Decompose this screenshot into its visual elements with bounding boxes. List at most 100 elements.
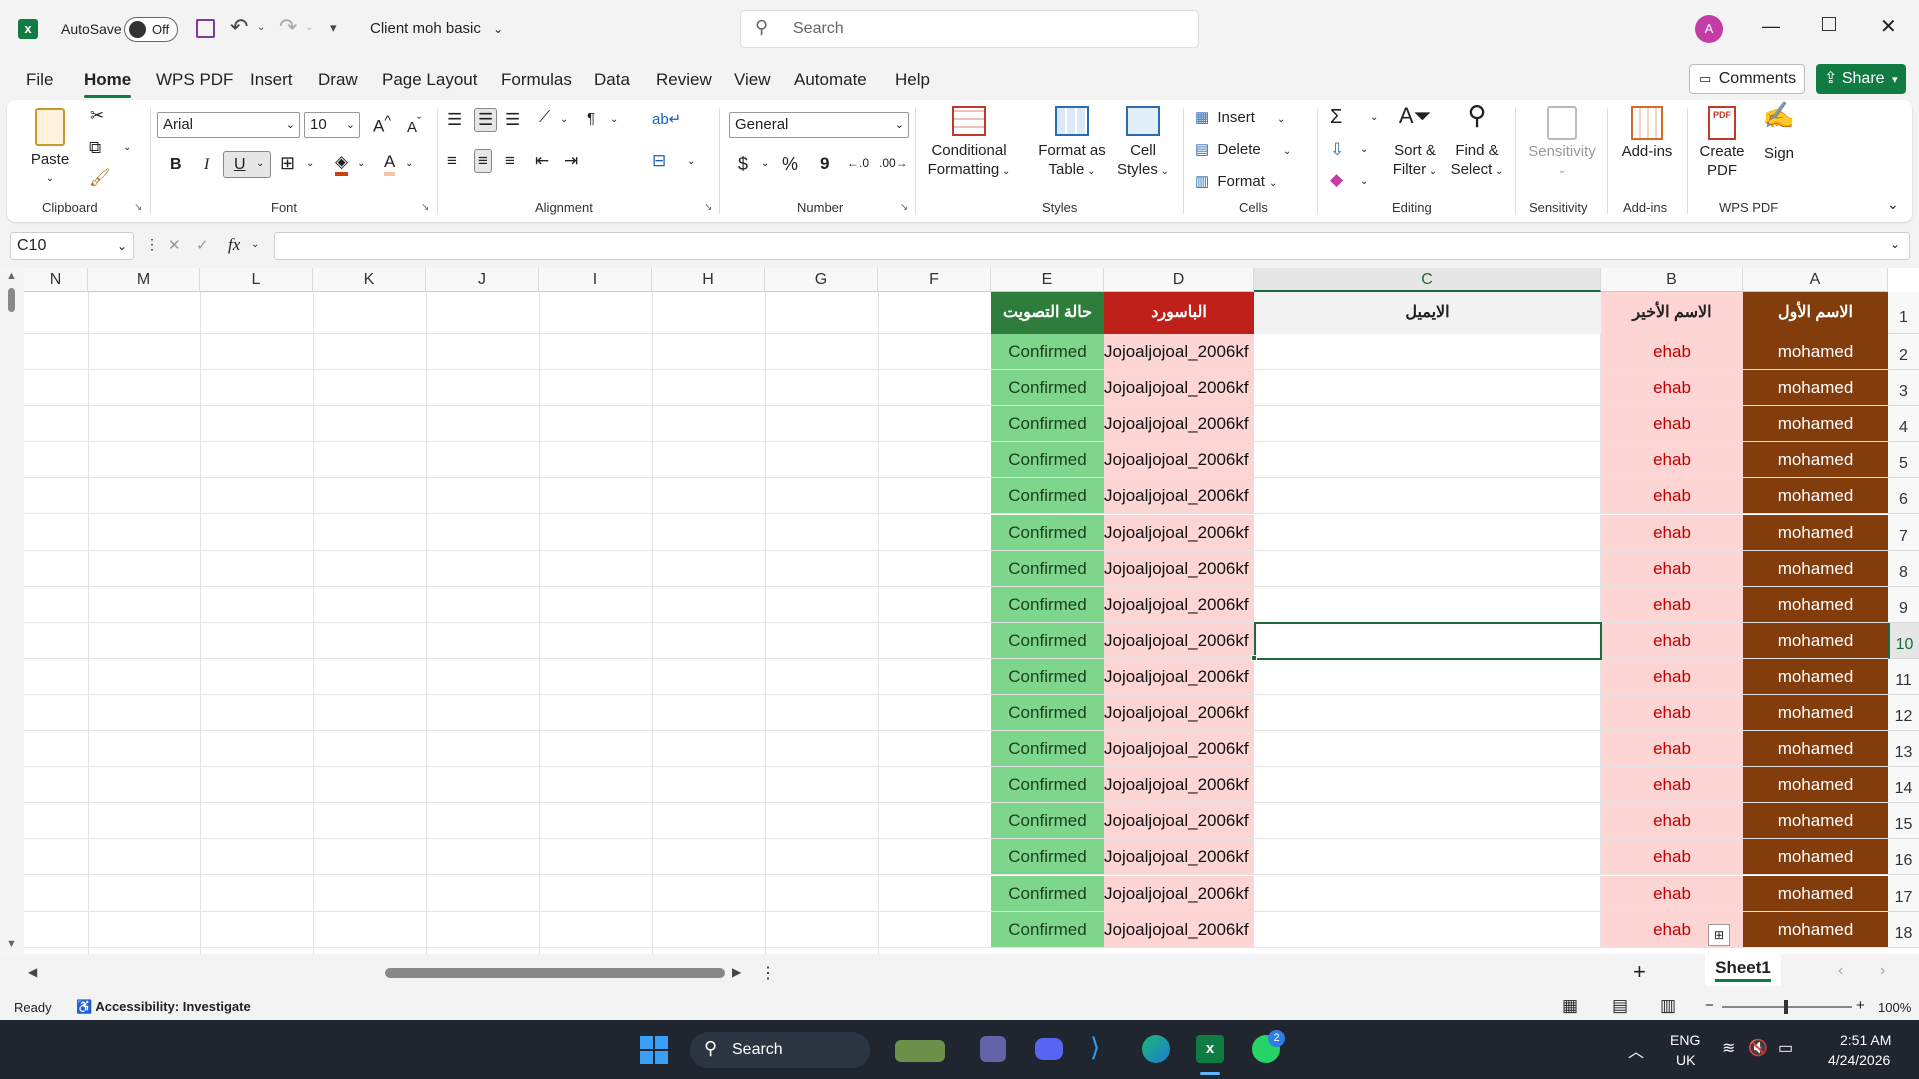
header-cell-d[interactable]: الباسورد: [1104, 292, 1254, 334]
page-layout-view-icon[interactable]: ▤: [1612, 996, 1628, 1016]
text-direction-dropdown-icon[interactable]: ⌄: [610, 114, 618, 125]
expand-formula-icon[interactable]: ⌄: [1890, 237, 1900, 251]
cell-d6[interactable]: Jojoaljojoal_2006kf: [1104, 478, 1254, 515]
cancel-icon[interactable]: ✕: [168, 236, 181, 254]
insert-cells-button[interactable]: ▦ Insert ⌄: [1195, 108, 1285, 126]
language-region[interactable]: UK: [1676, 1052, 1695, 1068]
header-cell-e[interactable]: حالة التصويت: [991, 292, 1104, 334]
cut-icon[interactable]: ✂: [90, 106, 104, 126]
cell-c10[interactable]: [1254, 622, 1601, 659]
number-format-select[interactable]: General ⌄: [729, 112, 909, 138]
wrap-text-icon[interactable]: ab↵: [652, 110, 681, 128]
close-icon[interactable]: ✕: [1880, 14, 1897, 39]
cell-c12[interactable]: [1254, 695, 1601, 731]
cell-a5[interactable]: mohamed: [1743, 442, 1888, 479]
column-header-k[interactable]: K: [313, 268, 426, 292]
redo-dropdown-icon[interactable]: ⌄: [305, 22, 313, 33]
accessibility-status[interactable]: ♿ Accessibility: Investigate: [76, 999, 251, 1015]
column-header-n[interactable]: N: [24, 268, 88, 292]
vertical-scrollbar[interactable]: ▲ ▼: [0, 268, 24, 954]
cell-d14[interactable]: Jojoaljojoal_2006kf: [1104, 767, 1254, 804]
cell-a12[interactable]: mohamed: [1743, 695, 1888, 731]
language-code[interactable]: ENG: [1670, 1032, 1700, 1048]
search-box[interactable]: ⚲ Search: [740, 10, 1199, 48]
align-center-icon[interactable]: ≡: [474, 149, 492, 173]
widgets-icon[interactable]: [895, 1040, 945, 1062]
column-header-e[interactable]: E: [991, 268, 1104, 292]
cell-b10[interactable]: ehab: [1601, 622, 1743, 659]
column-header-m[interactable]: M: [88, 268, 200, 292]
row-header-15[interactable]: 15: [1888, 803, 1919, 840]
cell-d16[interactable]: Jojoaljojoal_2006kf: [1104, 839, 1254, 876]
font-color-dropdown-icon[interactable]: ⌄: [405, 158, 413, 169]
cell-b16[interactable]: ehab: [1601, 839, 1743, 876]
column-header-h[interactable]: H: [652, 268, 765, 292]
page-break-view-icon[interactable]: ▥: [1660, 996, 1676, 1016]
menu-draw[interactable]: Draw: [318, 70, 358, 90]
scroll-right-icon[interactable]: ▶: [732, 965, 741, 979]
row-header-12[interactable]: 12: [1888, 695, 1919, 731]
more-options-icon[interactable]: ⋮: [760, 963, 776, 983]
redo-icon[interactable]: ↷: [279, 14, 297, 40]
cell-a4[interactable]: mohamed: [1743, 406, 1888, 443]
sheet-tab-sheet1[interactable]: Sheet1: [1705, 954, 1781, 986]
cell-c2[interactable]: [1254, 334, 1601, 370]
borders-icon[interactable]: ⊞: [280, 153, 295, 174]
cell-e10[interactable]: Confirmed: [991, 622, 1104, 659]
cell-c6[interactable]: [1254, 478, 1601, 515]
increase-font-icon[interactable]: A^: [373, 113, 391, 137]
cell-c8[interactable]: [1254, 550, 1601, 587]
text-direction-icon[interactable]: ¶: [587, 110, 595, 127]
menu-wps-pdf[interactable]: WPS PDF: [156, 70, 233, 90]
discord-icon[interactable]: [1035, 1038, 1063, 1060]
cell-c14[interactable]: [1254, 767, 1601, 804]
cell-a8[interactable]: mohamed: [1743, 550, 1888, 587]
zoom-out-icon[interactable]: −: [1705, 997, 1714, 1014]
cell-b14[interactable]: ehab: [1601, 767, 1743, 804]
merge-dropdown-icon[interactable]: ⌄: [687, 156, 695, 167]
autosave-toggle[interactable]: Off: [124, 17, 178, 42]
cell-d11[interactable]: Jojoaljojoal_2006kf: [1104, 658, 1254, 695]
cell-e2[interactable]: Confirmed: [991, 334, 1104, 370]
cell-e5[interactable]: Confirmed: [991, 442, 1104, 479]
cell-e8[interactable]: Confirmed: [991, 550, 1104, 587]
conditional-formatting-button[interactable]: Conditional Formatting ⌄: [919, 106, 1019, 181]
clock-date[interactable]: 4/24/2026: [1828, 1052, 1890, 1068]
copy-icon[interactable]: ⧉: [89, 138, 101, 158]
dialog-launcher-icon[interactable]: ↘: [134, 202, 142, 213]
cell-e17[interactable]: Confirmed: [991, 875, 1104, 912]
comments-button[interactable]: ▭ Comments: [1689, 64, 1805, 94]
cell-a18[interactable]: mohamed: [1743, 911, 1888, 948]
cell-d12[interactable]: Jojoaljojoal_2006kf: [1104, 695, 1254, 731]
row-header-3[interactable]: 3: [1888, 370, 1919, 407]
cell-d13[interactable]: Jojoaljojoal_2006kf: [1104, 731, 1254, 768]
row-header-5[interactable]: 5: [1888, 442, 1919, 479]
row-header-2[interactable]: 2: [1888, 334, 1919, 370]
cell-c4[interactable]: [1254, 406, 1601, 443]
menu-automate[interactable]: Automate: [794, 70, 867, 90]
row-header-4[interactable]: 4: [1888, 406, 1919, 443]
normal-view-icon[interactable]: ▦: [1562, 996, 1578, 1016]
menu-page-layout[interactable]: Page Layout: [382, 70, 477, 90]
battery-icon[interactable]: ▭: [1778, 1038, 1793, 1058]
copy-dropdown-icon[interactable]: ⌄: [123, 142, 131, 153]
cell-b13[interactable]: ehab: [1601, 731, 1743, 768]
cell-b3[interactable]: ehab: [1601, 370, 1743, 407]
cell-a14[interactable]: mohamed: [1743, 767, 1888, 804]
zoom-in-icon[interactable]: +: [1856, 997, 1865, 1014]
cell-b8[interactable]: ehab: [1601, 550, 1743, 587]
more-options-icon[interactable]: ⋮: [145, 236, 159, 253]
row-header-9[interactable]: 9: [1888, 586, 1919, 623]
fill-color-dropdown-icon[interactable]: ⌄: [357, 158, 365, 169]
cell-b6[interactable]: ehab: [1601, 478, 1743, 515]
percent-button[interactable]: %: [782, 154, 798, 175]
cell-c18[interactable]: [1254, 911, 1601, 948]
column-header-g[interactable]: G: [765, 268, 878, 292]
cell-e13[interactable]: Confirmed: [991, 731, 1104, 768]
wifi-icon[interactable]: ≋: [1722, 1038, 1735, 1058]
font-color-icon[interactable]: A: [384, 152, 396, 176]
format-cells-button[interactable]: ▥ Format ⌄: [1195, 172, 1277, 190]
share-button[interactable]: ⇪ Share ▾: [1816, 64, 1906, 94]
teams-icon[interactable]: [980, 1036, 1006, 1062]
zoom-slider[interactable]: [1722, 1000, 1852, 1014]
